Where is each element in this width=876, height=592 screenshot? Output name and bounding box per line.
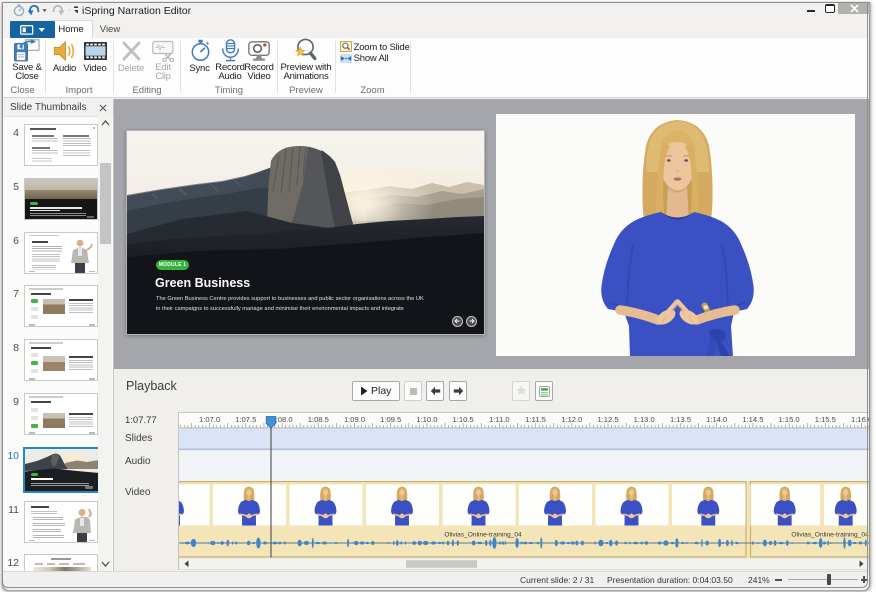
svg-text:Olivias_Online-training_04: Olivias_Online-training_04 xyxy=(444,532,522,539)
svg-text:1:16.0: 1:16.0 xyxy=(851,415,869,424)
svg-text:1:14.0: 1:14.0 xyxy=(706,415,727,424)
svg-text:1:12.0: 1:12.0 xyxy=(561,415,582,424)
svg-text:1:15.0: 1:15.0 xyxy=(779,415,800,424)
svg-text:1:10.0: 1:10.0 xyxy=(416,415,437,424)
svg-text:1:11.0: 1:11.0 xyxy=(489,415,510,424)
svg-text:1:14.5: 1:14.5 xyxy=(742,415,763,424)
svg-text:1:12.5: 1:12.5 xyxy=(597,415,618,424)
svg-text:1:08.5: 1:08.5 xyxy=(308,415,329,424)
svg-text:Olivias_Online-training_04: Olivias_Online-training_04 xyxy=(791,532,869,539)
svg-text:1:07.0: 1:07.0 xyxy=(199,415,220,424)
svg-text:1:09.5: 1:09.5 xyxy=(380,415,401,424)
svg-text:1:07.5: 1:07.5 xyxy=(235,415,256,424)
svg-text:1:10.5: 1:10.5 xyxy=(453,415,474,424)
svg-text:1:15.5: 1:15.5 xyxy=(815,415,836,424)
svg-text:1:11.5: 1:11.5 xyxy=(525,415,546,424)
svg-text:1:13.0: 1:13.0 xyxy=(634,415,655,424)
svg-text:1:09.0: 1:09.0 xyxy=(344,415,365,424)
svg-text:1:13.5: 1:13.5 xyxy=(670,415,691,424)
